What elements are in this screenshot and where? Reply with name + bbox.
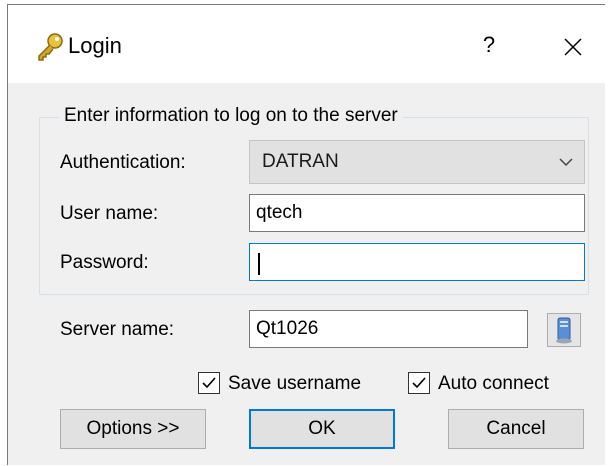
ok-button[interactable]: OK: [249, 409, 395, 449]
auto-connect-option[interactable]: Auto connect: [408, 371, 578, 397]
close-icon: [564, 38, 582, 56]
help-button[interactable]: ?: [469, 25, 509, 65]
authentication-select[interactable]: DATRAN: [249, 140, 585, 184]
auto-connect-label: Auto connect: [438, 373, 549, 394]
checkmark-icon: [202, 377, 216, 389]
save-username-label: Save username: [228, 373, 362, 394]
key-icon: [35, 32, 65, 62]
login-dialog: Login ? Enter information to log on to t…: [7, 4, 605, 465]
title-bar: Login ?: [8, 5, 605, 83]
auto-connect-checkbox[interactable]: [408, 372, 430, 394]
checkmark-icon: [412, 377, 426, 389]
server-name-field[interactable]: Qt1026: [249, 310, 528, 348]
password-field[interactable]: [249, 243, 585, 281]
window-title: Login: [68, 33, 122, 58]
username-field[interactable]: qtech: [249, 194, 585, 232]
save-username-checkbox[interactable]: [198, 372, 220, 394]
server-icon: [556, 317, 572, 344]
username-label: User name:: [60, 203, 159, 224]
text-caret: [258, 253, 260, 275]
group-legend: Enter information to log on to the serve…: [59, 103, 403, 129]
save-username-option[interactable]: Save username: [198, 371, 388, 397]
server-name-label: Server name:: [60, 319, 175, 340]
authentication-value: DATRAN: [262, 151, 339, 172]
password-label: Password:: [60, 252, 149, 273]
close-button[interactable]: [550, 25, 596, 65]
options-button[interactable]: Options >>: [60, 409, 206, 449]
chevron-down-icon: [559, 158, 573, 167]
authentication-label: Authentication:: [60, 152, 186, 173]
cancel-button[interactable]: Cancel: [448, 409, 584, 449]
browse-server-button[interactable]: [547, 313, 581, 347]
